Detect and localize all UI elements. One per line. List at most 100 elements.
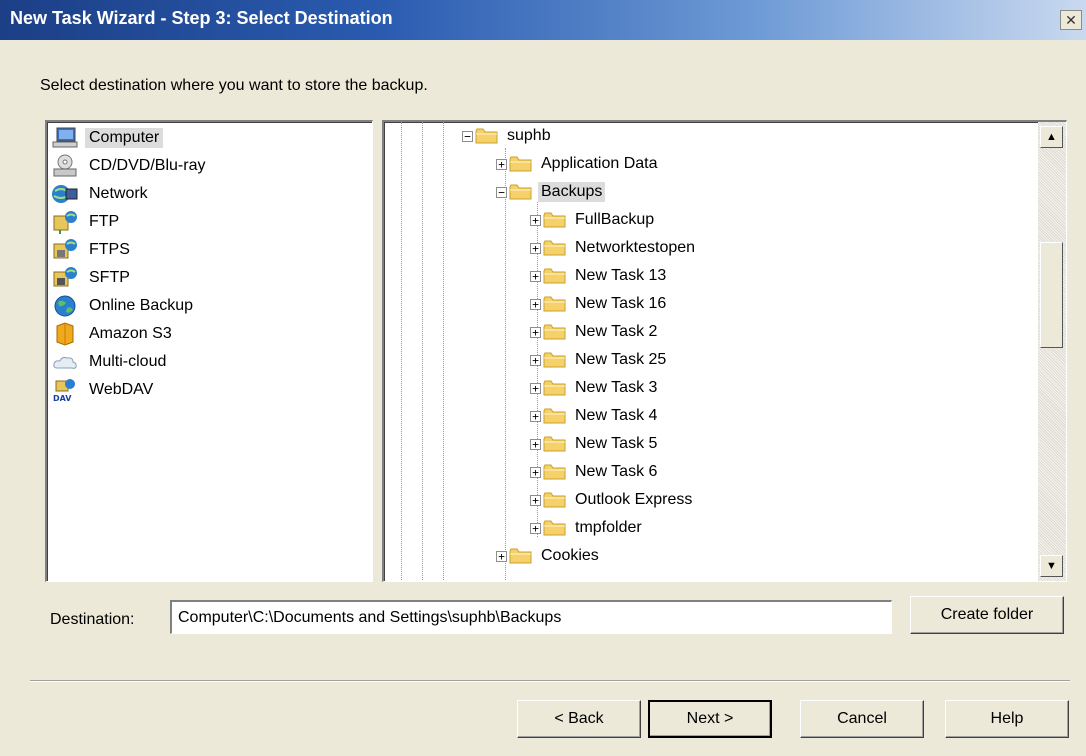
folder-icon xyxy=(543,351,567,369)
network-icon xyxy=(51,182,79,206)
expand-icon[interactable]: + xyxy=(530,354,541,366)
window-title: New Task Wizard - Step 3: Select Destina… xyxy=(10,8,393,28)
source-item-multi-cloud[interactable]: Multi-cloud xyxy=(51,348,170,376)
tree-item[interactable]: − suphb xyxy=(462,122,554,150)
source-item-online-backup[interactable]: Online Backup xyxy=(51,292,197,320)
title-bar: New Task Wizard - Step 3: Select Destina… xyxy=(0,0,1086,40)
source-item-ftps[interactable]: FTPS xyxy=(51,236,134,264)
folder-icon xyxy=(475,127,499,145)
tree-item-label: New Task 4 xyxy=(575,407,658,424)
tree-item-label: Networktestopen xyxy=(575,239,696,256)
globe-icon xyxy=(51,294,79,318)
scroll-down-button[interactable]: ▼ xyxy=(1040,555,1063,577)
tree-item-label: New Task 6 xyxy=(575,463,658,480)
tree-item[interactable]: + Cookies xyxy=(496,542,602,570)
source-item-computer[interactable]: Computer xyxy=(51,124,164,152)
source-label: SFTP xyxy=(89,269,130,286)
tree-item-label: New Task 25 xyxy=(575,351,667,368)
scroll-up-button[interactable]: ▲ xyxy=(1040,126,1063,148)
source-label: Online Backup xyxy=(89,297,194,314)
tree-item[interactable]: − Backups xyxy=(496,178,606,206)
tree-item[interactable]: + New Task 6 xyxy=(530,458,660,486)
ftps-icon xyxy=(51,238,79,262)
next-button[interactable]: Next > xyxy=(648,700,772,738)
instruction-text: Select destination where you want to sto… xyxy=(40,77,428,94)
folder-icon xyxy=(509,547,533,565)
source-label: Computer xyxy=(85,128,164,148)
expand-icon[interactable]: + xyxy=(530,298,541,310)
expand-icon[interactable]: + xyxy=(496,158,507,170)
source-item-ftp[interactable]: FTP xyxy=(51,208,123,236)
create-folder-button[interactable]: Create folder xyxy=(910,596,1064,634)
folder-icon xyxy=(543,519,567,537)
expand-icon[interactable]: + xyxy=(530,438,541,450)
folder-icon xyxy=(543,407,567,425)
folder-tree: − suphb + Application Data − Backups + FullBack… xyxy=(382,120,1067,582)
amazon-s3-icon xyxy=(51,322,79,346)
tree-item[interactable]: + New Task 13 xyxy=(530,262,669,290)
tree-item-label: tmpfolder xyxy=(575,519,642,536)
tree-item[interactable]: + Networktestopen xyxy=(530,234,698,262)
source-label: CD/DVD/Blu-ray xyxy=(89,157,206,174)
source-label: Network xyxy=(89,185,148,202)
help-button[interactable]: Help xyxy=(945,700,1069,738)
expand-icon[interactable]: + xyxy=(530,242,541,254)
scroll-thumb[interactable] xyxy=(1040,242,1063,348)
tree-item[interactable]: + New Task 4 xyxy=(530,402,660,430)
tree-item[interactable]: + New Task 3 xyxy=(530,374,660,402)
folder-icon xyxy=(543,323,567,341)
tree-guide xyxy=(422,122,423,581)
tree-scrollbar[interactable]: ▲ ▼ xyxy=(1038,122,1066,581)
expand-icon[interactable]: + xyxy=(496,550,507,562)
expand-icon[interactable]: + xyxy=(530,326,541,338)
tree-item[interactable]: + New Task 25 xyxy=(530,346,669,374)
tree-item[interactable]: + tmpfolder xyxy=(530,514,645,542)
close-button[interactable]: ✕ xyxy=(1060,10,1082,30)
tree-item[interactable]: + Outlook Express xyxy=(530,486,695,514)
folder-icon xyxy=(543,379,567,397)
tree-item[interactable]: + New Task 2 xyxy=(530,318,660,346)
tree-item[interactable]: + FullBackup xyxy=(530,206,657,234)
expand-icon[interactable]: + xyxy=(530,466,541,478)
tree-item[interactable]: + New Task 5 xyxy=(530,430,660,458)
tree-item[interactable]: + New Task 16 xyxy=(530,290,669,318)
folder-icon xyxy=(543,463,567,481)
webdav-icon: DAV xyxy=(51,378,79,403)
destination-input[interactable] xyxy=(170,600,892,634)
source-item-webdav[interactable]: DAV WebDAV xyxy=(51,376,157,404)
tree-item-label: Cookies xyxy=(541,547,599,564)
source-label: WebDAV xyxy=(89,381,154,398)
source-label: Multi-cloud xyxy=(89,353,167,370)
folder-icon xyxy=(543,295,567,313)
expand-icon[interactable]: + xyxy=(530,522,541,534)
tree-item-label: Application Data xyxy=(541,155,658,172)
collapse-icon[interactable]: − xyxy=(496,186,507,198)
tree-item-label: New Task 3 xyxy=(575,379,658,396)
source-item-cd-dvd[interactable]: CD/DVD/Blu-ray xyxy=(51,152,209,180)
folder-icon xyxy=(543,211,567,229)
folder-icon xyxy=(543,435,567,453)
back-button[interactable]: < Back xyxy=(517,700,641,738)
source-item-amazon-s3[interactable]: Amazon S3 xyxy=(51,320,176,348)
tree-guide xyxy=(443,122,444,581)
disc-drive-icon xyxy=(51,154,79,178)
folder-icon xyxy=(543,491,567,509)
tree-item-label: New Task 13 xyxy=(575,267,667,284)
tree-guide xyxy=(505,148,506,581)
tree-item-label: New Task 5 xyxy=(575,435,658,452)
source-item-sftp[interactable]: SFTP xyxy=(51,264,134,292)
expand-icon[interactable]: + xyxy=(530,494,541,506)
expand-icon[interactable]: + xyxy=(530,214,541,226)
collapse-icon[interactable]: − xyxy=(462,130,473,142)
expand-icon[interactable]: + xyxy=(530,270,541,282)
ftp-icon xyxy=(51,210,79,234)
expand-icon[interactable]: + xyxy=(530,410,541,422)
source-item-network[interactable]: Network xyxy=(51,180,152,208)
expand-icon[interactable]: + xyxy=(530,382,541,394)
tree-item-label: FullBackup xyxy=(575,211,655,228)
tree-guide xyxy=(401,122,402,581)
cloud-icon xyxy=(51,350,79,374)
source-label: Amazon S3 xyxy=(89,325,172,342)
tree-item[interactable]: + Application Data xyxy=(496,150,661,178)
cancel-button[interactable]: Cancel xyxy=(800,700,924,738)
